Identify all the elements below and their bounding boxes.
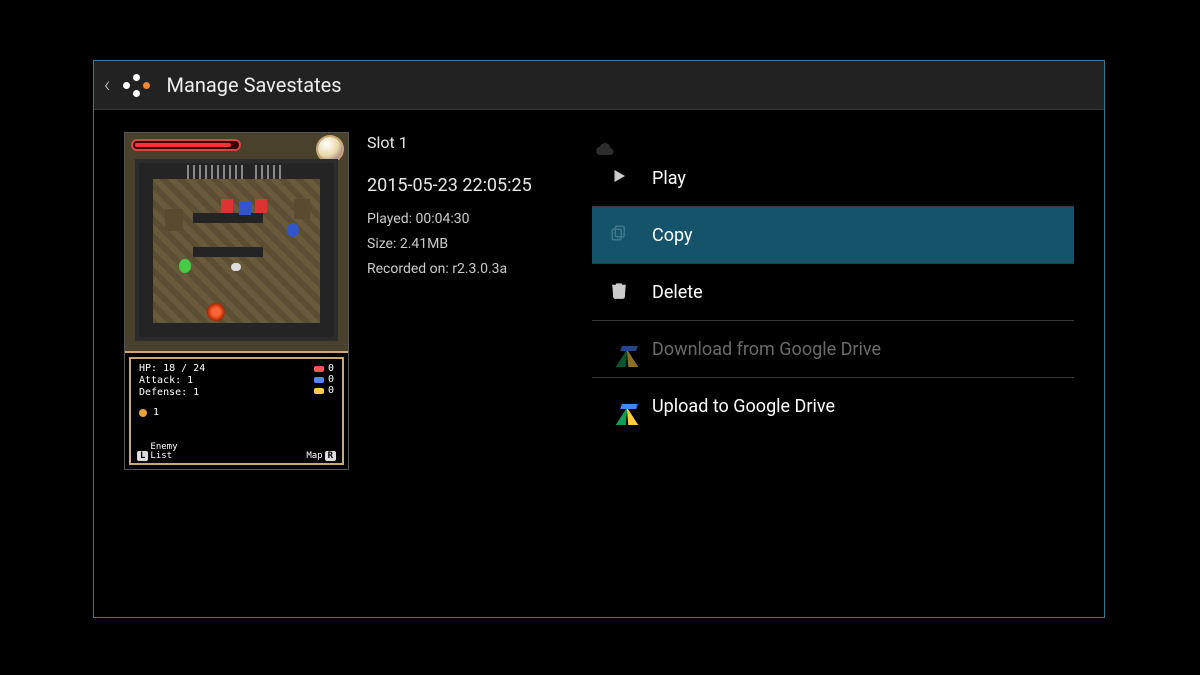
copy-icon: [606, 223, 632, 247]
play-button[interactable]: Play: [592, 150, 1074, 207]
play-label: Play: [652, 168, 686, 189]
savestate-details: Slot 1 2015-05-23 22:05:25 Played: 00:04…: [367, 132, 532, 470]
orb-icon: [318, 137, 342, 161]
main-panel: ‹ Manage Savestates: [93, 60, 1105, 618]
delete-label: Delete: [652, 282, 703, 303]
keys-panel: 0 0 0: [314, 363, 334, 396]
copy-label: Copy: [652, 225, 693, 246]
content-body: HP: 18 / 24 Attack: 1 Defense: 1 1 0 0 0…: [94, 110, 1104, 492]
key-blue-icon: [314, 377, 324, 383]
stat-hp: HP: 18 / 24: [139, 363, 205, 374]
key-red-icon: [314, 366, 324, 372]
download-drive-label: Download from Google Drive: [652, 339, 881, 360]
savestate-info: HP: 18 / 24 Attack: 1 Defense: 1 1 0 0 0…: [124, 132, 564, 470]
savestate-screenshot[interactable]: HP: 18 / 24 Attack: 1 Defense: 1 1 0 0 0…: [124, 132, 349, 470]
cloud-status-icon: [596, 141, 614, 160]
play-icon: [606, 166, 632, 190]
back-button[interactable]: ‹: [104, 73, 111, 98]
delete-button[interactable]: Delete: [592, 264, 1074, 321]
enemy-list-button: LEnemyList: [137, 443, 178, 461]
game-bottom-screen: HP: 18 / 24 Attack: 1 Defense: 1 1 0 0 0…: [125, 351, 348, 469]
page-title: Manage Savestates: [167, 73, 342, 97]
stat-defense: Defense: 1: [139, 387, 199, 398]
played-time: Played: 00:04:30: [367, 210, 532, 229]
upload-drive-button[interactable]: Upload to Google Drive: [592, 378, 1074, 435]
map-button: MapR: [306, 451, 336, 461]
coin-count: 1: [153, 407, 159, 418]
recorded-version: Recorded on: r2.3.0.3a: [367, 260, 532, 279]
key-yellow-icon: [314, 388, 324, 394]
file-size: Size: 2.41MB: [367, 235, 532, 254]
copy-button[interactable]: Copy: [592, 207, 1074, 264]
key-red-count: 0: [328, 363, 334, 374]
header-bar: ‹ Manage Savestates: [94, 61, 1104, 110]
coin-icon: [139, 409, 147, 417]
key-blue-count: 0: [328, 374, 334, 385]
app-logo-icon: [121, 72, 151, 98]
game-top-screen: [125, 133, 348, 351]
upload-drive-label: Upload to Google Drive: [652, 396, 835, 417]
stat-attack: Attack: 1: [139, 375, 193, 386]
hp-bar-icon: [131, 139, 241, 151]
download-drive-button[interactable]: Download from Google Drive: [592, 321, 1074, 378]
trash-icon: [606, 280, 632, 305]
dungeon-map-icon: [135, 159, 338, 341]
actions-list: Play Copy Delete Download from Google Dr…: [592, 150, 1074, 470]
key-yellow-count: 0: [328, 385, 334, 396]
slot-label: Slot 1: [367, 132, 532, 154]
savestate-timestamp: 2015-05-23 22:05:25: [367, 174, 532, 198]
